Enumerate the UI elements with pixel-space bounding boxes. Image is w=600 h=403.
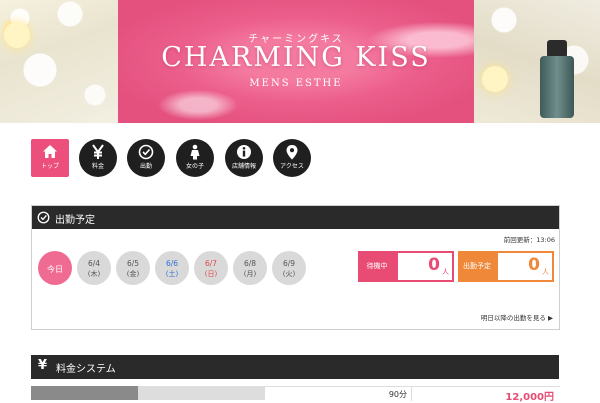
see-more-schedule-link[interactable]: 明日以降の出勤を見る ▶: [481, 312, 553, 322]
day-item[interactable]: 6/7 (日): [194, 251, 228, 285]
day-item[interactable]: 6/9 (火): [272, 251, 306, 285]
nav-item-price[interactable]: 料金: [79, 139, 117, 177]
scheduled-unit: 人: [542, 268, 549, 276]
nav-label: アクセス: [280, 163, 304, 170]
map-pin-icon: [286, 145, 298, 160]
day-weekday: (日): [204, 270, 218, 278]
day-label: 今日: [47, 265, 63, 274]
day-weekday: (火): [282, 270, 296, 278]
banner-left-image: [0, 0, 118, 123]
day-date: 6/9: [282, 259, 296, 268]
oil-bottle: [540, 56, 574, 118]
nav-item-access[interactable]: アクセス: [273, 139, 311, 177]
hero-banner: チャーミングキス CHARMING KISS MENS ESTHE: [0, 0, 600, 123]
price-cell-amount: 12,000円: [411, 386, 560, 403]
day-today[interactable]: 今日: [38, 251, 72, 285]
pricing-header: ¥ 料金システム: [31, 355, 559, 379]
day-item[interactable]: 6/5 (金): [116, 251, 150, 285]
yen-icon: ¥: [38, 358, 48, 373]
nav-label: 料金: [91, 163, 104, 170]
site-logo-title[interactable]: CHARMING KISS: [118, 42, 474, 73]
schedule-panel: 出勤予定 前回更新：13:06 今日 6/4 (木) 6/5 (金) 6/6 (…: [31, 205, 560, 330]
nav-item-girls[interactable]: 女の子: [176, 139, 214, 177]
day-date: 6/6: [165, 259, 179, 268]
price-cell-type: [138, 386, 265, 400]
waiting-count-box: 0 人: [398, 253, 452, 280]
schedule-title: 出勤予定: [55, 215, 95, 226]
day-weekday: (土): [165, 270, 179, 278]
nav-label: 出勤: [139, 163, 152, 170]
price-duration: 90分: [388, 390, 407, 399]
scheduled-counter: 出勤予定 0 人: [458, 251, 554, 282]
home-icon: [43, 145, 57, 158]
last-updated: 前回更新：13:06: [503, 236, 555, 244]
yen-icon: [92, 144, 104, 159]
pricing-title: 料金システム: [56, 364, 116, 375]
price-cell-course: [31, 386, 138, 400]
day-date: 6/4: [87, 259, 101, 268]
nav-label: 店舗情報: [231, 163, 256, 170]
clock-icon: [138, 144, 154, 160]
day-date: 6/5: [126, 259, 140, 268]
banner-tagline: MENS ESTHE: [249, 78, 343, 89]
info-icon: [237, 145, 251, 159]
waiting-label: 待機中: [366, 262, 388, 270]
nav-label: 女の子: [185, 163, 204, 170]
day-item[interactable]: 6/6 (土): [155, 251, 189, 285]
nav-item-shop-info[interactable]: 店舗情報: [225, 139, 263, 177]
scheduled-count: 0: [528, 255, 540, 275]
nav-label: トップ: [40, 163, 59, 170]
day-item[interactable]: 6/4 (木): [77, 251, 111, 285]
nav-item-top[interactable]: トップ: [31, 139, 69, 177]
day-weekday: (金): [126, 270, 140, 278]
scheduled-label: 出勤予定: [463, 262, 491, 270]
schedule-panel-header: 出勤予定: [32, 206, 559, 229]
day-date: 6/8: [243, 259, 257, 268]
day-date: 6/7: [204, 259, 218, 268]
waiting-count: 0: [428, 255, 440, 275]
clock-icon: [37, 211, 50, 224]
scheduled-count-box: 0 人: [498, 253, 552, 280]
price-amount: 12,000円: [505, 392, 554, 403]
girl-icon: [190, 144, 200, 160]
nav-item-schedule[interactable]: 出勤: [127, 139, 165, 177]
day-weekday: (木): [87, 270, 101, 278]
waiting-counter: 待機中 0 人: [358, 251, 454, 282]
price-row: 90分 12,000円: [31, 386, 560, 403]
day-item[interactable]: 6/8 (月): [233, 251, 267, 285]
banner-right-image: [474, 0, 600, 123]
waiting-unit: 人: [442, 268, 449, 276]
day-weekday: (月): [243, 270, 257, 278]
price-cell-duration: 90分: [265, 386, 411, 401]
